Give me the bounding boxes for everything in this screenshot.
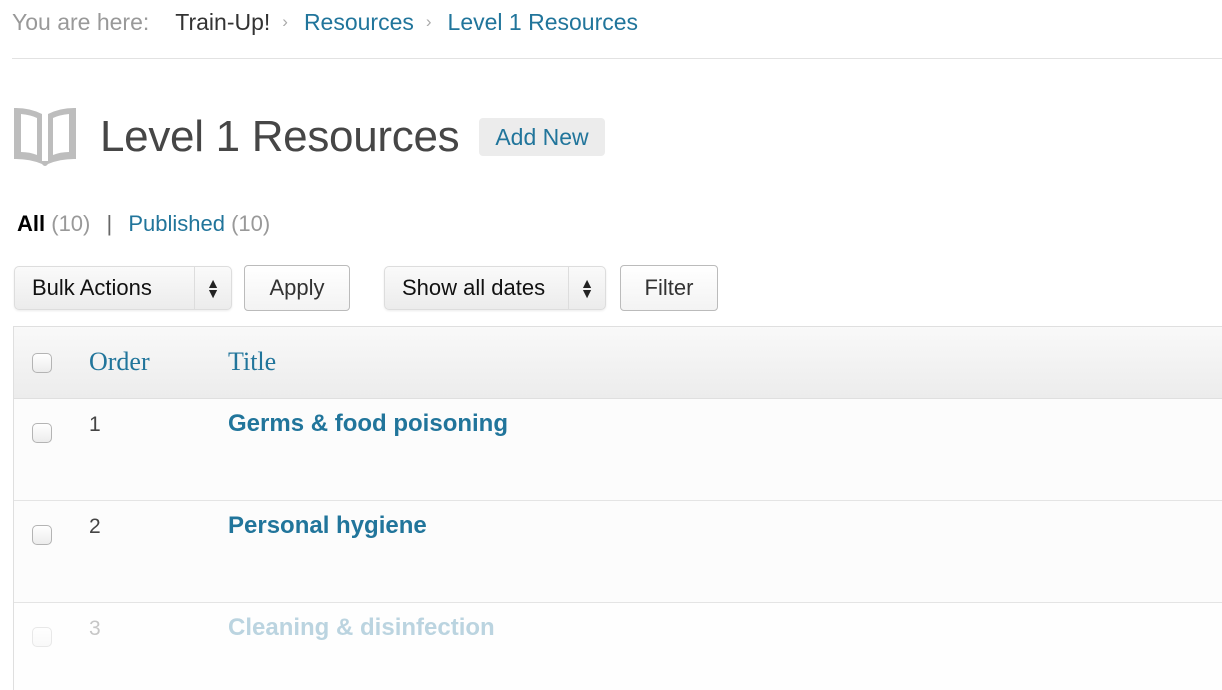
table-header: Order Title bbox=[14, 327, 1222, 399]
resources-table: Order Title 1 Germs & food poisoning 2 P… bbox=[13, 326, 1222, 690]
filter-published-link[interactable]: Published bbox=[128, 211, 225, 236]
column-title-header[interactable]: Title bbox=[228, 347, 276, 377]
filter-separator: | bbox=[106, 211, 113, 236]
breadcrumb-separator: › bbox=[425, 12, 432, 31]
row-order: 2 bbox=[89, 515, 101, 538]
row-checkbox[interactable] bbox=[32, 525, 52, 545]
breadcrumb-current-link[interactable]: Level 1 Resources bbox=[448, 8, 639, 36]
page-title: Level 1 Resources bbox=[100, 112, 460, 161]
add-new-button[interactable]: Add New bbox=[479, 118, 605, 156]
filter-published-count: (10) bbox=[231, 211, 271, 236]
breadcrumb-resources-link[interactable]: Resources bbox=[304, 8, 414, 36]
filter-all-count: (10) bbox=[51, 211, 91, 236]
row-title-link[interactable]: Cleaning & disinfection bbox=[228, 614, 495, 642]
page-heading: Level 1 Resources Add New bbox=[12, 102, 605, 172]
table-navigation: Bulk Actions ▲ ▼ Apply Show all dates ▲ ▼ … bbox=[14, 264, 718, 312]
date-filter-select[interactable]: Show all dates ▲ ▼ bbox=[384, 266, 606, 310]
table-row: 2 Personal hygiene bbox=[14, 501, 1222, 603]
row-order: 1 bbox=[89, 413, 101, 436]
breadcrumb-divider bbox=[12, 58, 1222, 59]
row-checkbox[interactable] bbox=[32, 627, 52, 647]
book-icon bbox=[14, 108, 76, 166]
row-title-link[interactable]: Germs & food poisoning bbox=[228, 410, 508, 438]
row-checkbox[interactable] bbox=[32, 423, 52, 443]
bulk-actions-select[interactable]: Bulk Actions ▲ ▼ bbox=[14, 266, 232, 310]
bulk-actions-label: Bulk Actions bbox=[32, 275, 152, 300]
select-arrows-icon: ▲ ▼ bbox=[568, 267, 605, 309]
breadcrumb-separator: › bbox=[282, 12, 288, 31]
column-order-header[interactable]: Order bbox=[89, 347, 150, 377]
row-order: 3 bbox=[89, 617, 101, 640]
breadcrumb: You are here: Train-Up! › Resources › Le… bbox=[12, 8, 638, 36]
table-row: 3 Cleaning & disinfection bbox=[14, 603, 1222, 690]
select-arrows-icon: ▲ ▼ bbox=[194, 267, 231, 309]
filter-all-link[interactable]: All bbox=[17, 211, 45, 236]
date-filter-label: Show all dates bbox=[402, 275, 546, 300]
page: You are here: Train-Up! › Resources › Le… bbox=[0, 0, 1222, 690]
breadcrumb-prefix: You are here: bbox=[12, 9, 150, 35]
status-filters: All (10) | Published (10) bbox=[17, 210, 270, 238]
apply-button[interactable]: Apply bbox=[244, 265, 350, 311]
breadcrumb-home[interactable]: Train-Up! bbox=[175, 8, 270, 36]
table-row: 1 Germs & food poisoning bbox=[14, 399, 1222, 501]
row-title-link[interactable]: Personal hygiene bbox=[228, 512, 427, 540]
select-all-checkbox[interactable] bbox=[32, 353, 52, 373]
filter-button[interactable]: Filter bbox=[620, 265, 718, 311]
